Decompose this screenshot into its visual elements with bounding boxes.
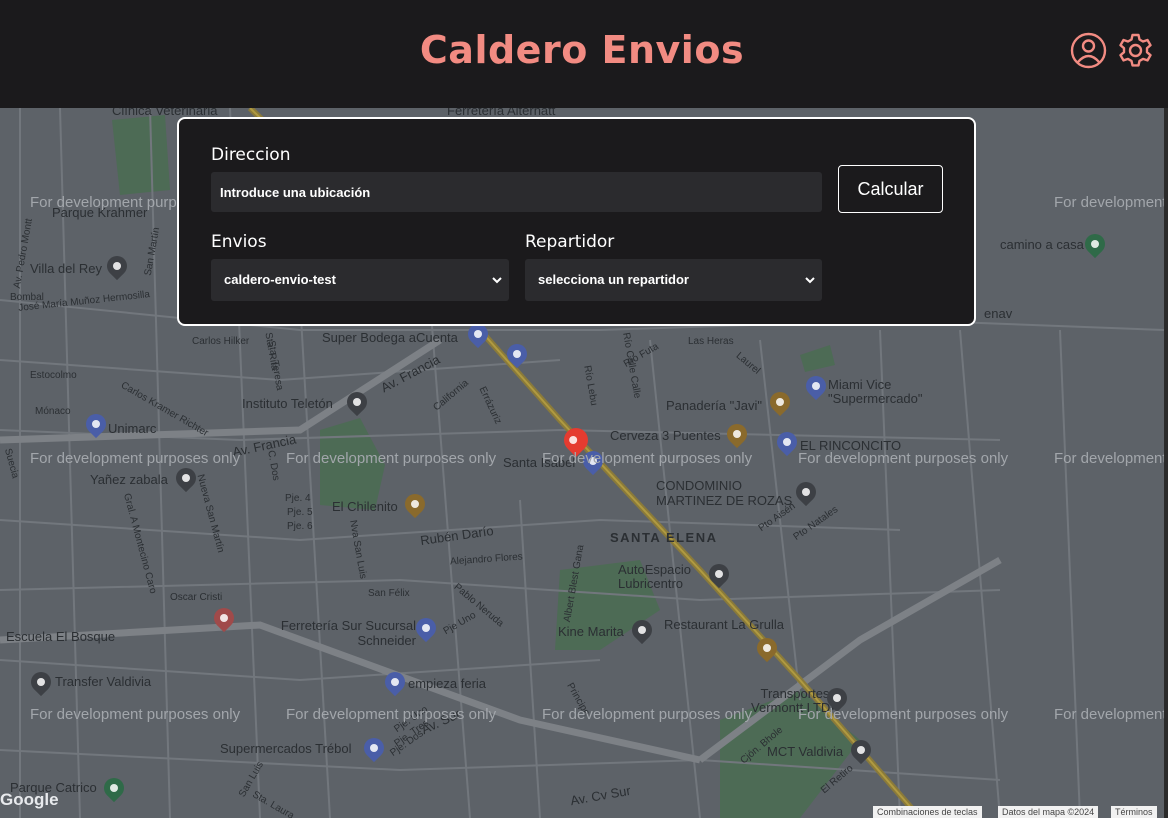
- app-title: Caldero Envios: [419, 28, 745, 72]
- map-label: Carlos Hilker: [192, 336, 250, 347]
- user-icon[interactable]: [1070, 32, 1107, 69]
- map-label: Las Heras: [688, 336, 734, 347]
- map-label: Pje. 5: [287, 507, 313, 518]
- repartidor-selected-value: selecciona un repartidor: [538, 272, 689, 287]
- repartidor-select[interactable]: selecciona un repartidor: [525, 259, 822, 301]
- map-label: Panadería "Javi": [666, 398, 762, 413]
- dev-watermark: For development purposes only: [30, 450, 241, 467]
- address-input[interactable]: [211, 172, 822, 212]
- map-label: Pje. 4: [285, 493, 311, 504]
- map-label: Supermercados Trébol: [220, 741, 352, 756]
- envios-select[interactable]: caldero-envio-test: [211, 259, 509, 301]
- dev-watermark: For development purposes only: [1054, 450, 1164, 467]
- map-label: Mónaco: [35, 406, 71, 417]
- map-label: Instituto Teletón: [242, 396, 333, 411]
- dev-watermark: For development purposes only: [1054, 194, 1164, 211]
- envios-label: Envios: [211, 232, 267, 252]
- dev-watermark: For development purposes only: [1054, 706, 1164, 723]
- envios-selected-value: caldero-envio-test: [224, 272, 336, 287]
- map-label: Cerveza 3 Puentes: [610, 428, 721, 443]
- map-label: Villa del Rey: [30, 261, 103, 276]
- chevron-down-icon: [805, 277, 815, 284]
- map-label: Kine Marita: [558, 624, 624, 639]
- shipping-form-panel: Direccion Calcular Envios caldero-envio-…: [177, 117, 976, 326]
- map-label: SANTA ELENA: [610, 530, 718, 545]
- dev-watermark: For development purposes only: [30, 706, 241, 723]
- map-label: Restaurant La Grulla: [664, 617, 784, 632]
- google-logo[interactable]: Google: [0, 790, 59, 810]
- map-label: Yañez zabala: [90, 472, 168, 487]
- chevron-down-icon: [492, 277, 502, 284]
- map-label: empieza feria: [408, 676, 487, 691]
- dev-watermark: For development purposes only: [542, 706, 753, 723]
- map-label: Miami Vice "Supermercado": [828, 377, 923, 406]
- dev-watermark: For development purposes only: [798, 706, 1009, 723]
- map-label: El Chilenito: [332, 499, 398, 514]
- map-label: Estocolmo: [30, 370, 77, 381]
- map-label: Ferretería Sur Sucursal Schneider: [280, 618, 416, 648]
- calcular-button[interactable]: Calcular: [838, 165, 943, 213]
- map-label: Transfer Valdivia: [55, 674, 152, 689]
- dev-watermark: For development purposes only: [798, 450, 1009, 467]
- map-label: enav: [984, 306, 1013, 321]
- dev-watermark: For development purposes only: [542, 450, 753, 467]
- map-label: Oscar Cristi: [170, 592, 223, 603]
- map-label: Escuela El Bosque: [6, 629, 116, 644]
- repartidor-label: Repartidor: [525, 232, 615, 252]
- gear-icon[interactable]: [1117, 32, 1154, 69]
- terms-link[interactable]: Términos: [1111, 806, 1157, 818]
- map-label: Super Bodega aCuenta: [322, 330, 458, 345]
- keyboard-shortcuts-link[interactable]: Combinaciones de teclas: [873, 806, 982, 818]
- map-label: camino a casa: [1000, 237, 1084, 252]
- map-data-attribution[interactable]: Datos del mapa ©2024: [998, 806, 1099, 818]
- map-label: CONDOMINIO MARTINEZ DE ROZAS: [656, 478, 793, 508]
- dev-watermark: For development purposes only: [286, 450, 497, 467]
- map-label: San Félix: [368, 588, 410, 599]
- address-label: Direccion: [211, 145, 291, 165]
- map-label: Pje. 6: [287, 521, 313, 532]
- map-label: Unimarc: [108, 421, 157, 436]
- app-header: Caldero Envios: [0, 0, 1168, 108]
- page-scrollbar[interactable]: [1164, 108, 1168, 818]
- map-label: MCT Valdivia: [767, 744, 844, 759]
- dev-watermark: For development purposes only: [286, 706, 497, 723]
